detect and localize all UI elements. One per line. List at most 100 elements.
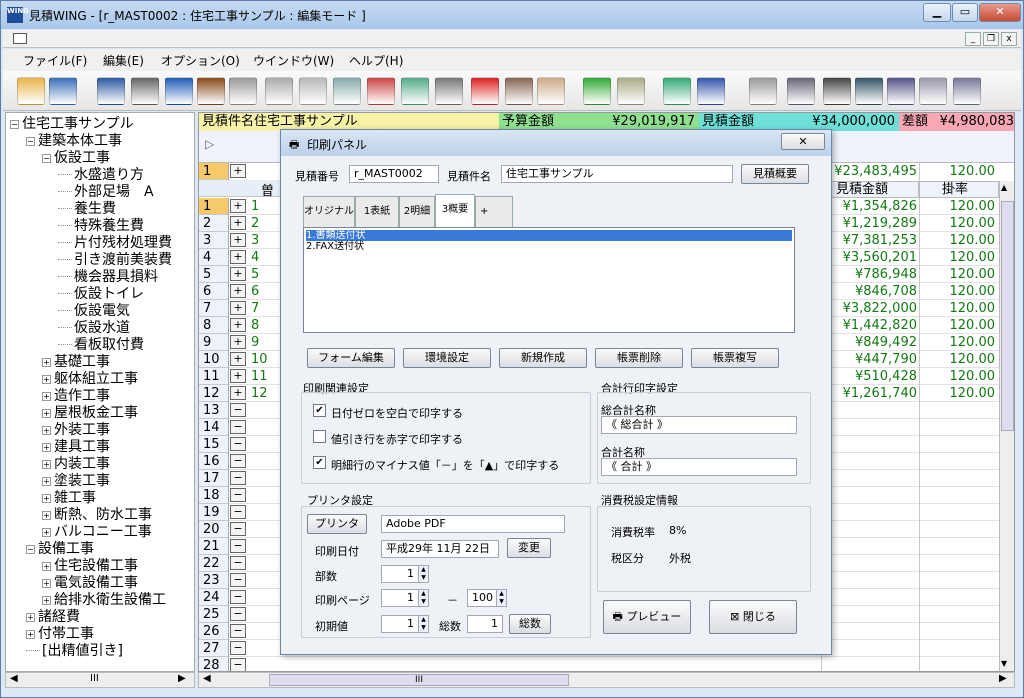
tree-node[interactable]: − 設備工事 [26, 541, 94, 558]
mdi-restore-button[interactable]: ❐ [983, 32, 999, 46]
close-window-button[interactable]: ✕ [979, 3, 1021, 22]
lock-icon[interactable] [617, 77, 645, 105]
scroll-down-icon[interactable]: ▼ [1001, 659, 1007, 668]
tree-node[interactable]: + 建具工事 [42, 439, 110, 456]
tree-node[interactable]: + 基礎工事 [42, 354, 110, 371]
printer-name-field[interactable]: Adobe PDF [381, 515, 565, 533]
expand-icon[interactable]: + [42, 460, 51, 469]
copies-spinner[interactable]: ▲ ▼ [418, 565, 429, 583]
row-header[interactable]: 18 [199, 487, 229, 504]
new-form-button[interactable]: 新規作成 [499, 348, 587, 368]
row-header[interactable]: 10 [199, 351, 229, 368]
tree-scroll-thumb[interactable]: III [90, 673, 99, 684]
form-edit-button[interactable]: フォーム編集 [307, 348, 395, 368]
cut-red-icon[interactable] [471, 77, 499, 105]
row-header[interactable]: 7 [199, 300, 229, 317]
col-header-amount[interactable]: 見積金額 [821, 181, 919, 198]
expand-row-button[interactable]: + [230, 164, 246, 178]
paste-icon[interactable] [299, 77, 327, 105]
row-header-top[interactable]: 1 [199, 163, 229, 180]
expand-row-button[interactable]: − [230, 556, 246, 570]
tree-node[interactable]: 養生費 [58, 201, 116, 218]
tree-node[interactable]: 仮設水道 [58, 320, 130, 337]
open-folder-icon[interactable] [17, 77, 45, 105]
expand-row-button[interactable]: − [230, 641, 246, 655]
expand-icon[interactable]: + [42, 528, 51, 537]
total-field[interactable]: 《 合計 》 [601, 458, 797, 476]
tree-node[interactable]: + 屋根板金工事 [42, 405, 138, 422]
expand-row-button[interactable]: − [230, 488, 246, 502]
expand-row-button[interactable]: + [230, 335, 246, 349]
dialog-title-bar[interactable]: 🖶 印刷パネル ✕ [281, 130, 831, 156]
grid-scroll-thumb[interactable] [1001, 201, 1014, 431]
initial-value-field[interactable]: 1 [381, 615, 419, 633]
copy-form-button[interactable]: 帳票複写 [691, 348, 779, 368]
row-header[interactable]: 22 [199, 555, 229, 572]
row-header[interactable]: 20 [199, 521, 229, 538]
grid-hscrollbar[interactable]: ◀ III ▶ [198, 672, 1015, 688]
expand-row-button[interactable]: − [230, 437, 246, 451]
preview-button[interactable]: 🖶 プレビュー [603, 600, 691, 634]
person-icon[interactable] [505, 77, 533, 105]
row-header[interactable]: 15 [199, 436, 229, 453]
expand-icon[interactable]: + [42, 511, 51, 520]
expand-row-button[interactable]: + [230, 216, 246, 230]
tree-node[interactable]: 片付残材処理費 [58, 235, 172, 252]
expand-row-button[interactable]: − [230, 505, 246, 519]
row-header[interactable]: 11 [199, 368, 229, 385]
add-green-icon[interactable] [583, 77, 611, 105]
row-header[interactable]: 19 [199, 504, 229, 521]
env-settings-button[interactable]: 環境設定 [403, 348, 491, 368]
grid-hscroll-thumb[interactable]: III [269, 674, 569, 686]
tree-node[interactable]: + 電気設備工事 [42, 575, 138, 592]
tree-node[interactable]: 引き渡前美装費 [58, 252, 172, 269]
row-header[interactable]: 3 [199, 232, 229, 249]
checkbox-minus-triangle[interactable]: ✔ [313, 456, 326, 469]
tree-node[interactable]: − 仮設工事 [42, 150, 110, 167]
print-date-field[interactable]: 平成29年 11月 22日 [381, 540, 499, 558]
expand-row-button[interactable]: + [230, 386, 246, 400]
maximize-button[interactable]: ▭ [952, 3, 978, 22]
expand-icon[interactable]: + [26, 630, 35, 639]
calculator-icon[interactable] [435, 77, 463, 105]
expand-row-button[interactable]: + [230, 199, 246, 213]
menu-window[interactable]: ウインドウ(W) [253, 52, 334, 69]
expand-icon[interactable]: + [42, 494, 51, 503]
monitor-icon[interactable] [49, 77, 77, 105]
row-header[interactable]: 13 [199, 402, 229, 419]
copies-field[interactable]: 1 [381, 565, 419, 583]
row-header[interactable]: 4 [199, 249, 229, 266]
save-icon[interactable] [97, 77, 125, 105]
expand-row-button[interactable]: − [230, 522, 246, 536]
collapse-icon[interactable]: − [42, 154, 51, 163]
row-header[interactable]: 21 [199, 538, 229, 555]
row-header[interactable]: 14 [199, 419, 229, 436]
insert-icon[interactable] [333, 77, 361, 105]
tree-scrollbar[interactable]: ◀ III ▶ [5, 672, 195, 688]
decimal-icon[interactable] [887, 77, 915, 105]
expand-row-button[interactable]: − [230, 471, 246, 485]
title-bar[interactable]: WING 見積WING - [r_MAST0002 : 住宅工事サンプル : 編… [1, 1, 1023, 29]
expand-row-button[interactable]: + [230, 318, 246, 332]
row-header[interactable]: 1 [199, 198, 229, 215]
tree-icon[interactable] [663, 77, 691, 105]
collapse-icon[interactable]: − [26, 545, 35, 554]
nav-arrow-icon[interactable]: ▷ [205, 137, 214, 151]
minimize-button[interactable]: ▁ [923, 3, 951, 22]
expand-icon[interactable]: + [42, 443, 51, 452]
gear-icon[interactable] [749, 77, 777, 105]
checkbox-discount-red[interactable] [313, 430, 326, 443]
expand-icon[interactable]: + [42, 409, 51, 418]
page-from-field[interactable]: 1 [381, 589, 419, 607]
expand-icon[interactable]: + [42, 562, 51, 571]
expand-row-button[interactable]: − [230, 590, 246, 604]
collapse-icon[interactable]: − [26, 137, 35, 146]
row-header[interactable]: 25 [199, 606, 229, 623]
row-header[interactable]: 5 [199, 266, 229, 283]
dialog-close-x-button[interactable]: ✕ [781, 133, 825, 150]
tree-node[interactable]: − 建築本体工事 [26, 133, 122, 150]
expand-icon[interactable]: + [42, 392, 51, 401]
change-date-button[interactable]: 変更 [507, 538, 551, 558]
expand-icon[interactable]: + [42, 596, 51, 605]
col-header-rate[interactable]: 掛率 [919, 181, 999, 198]
